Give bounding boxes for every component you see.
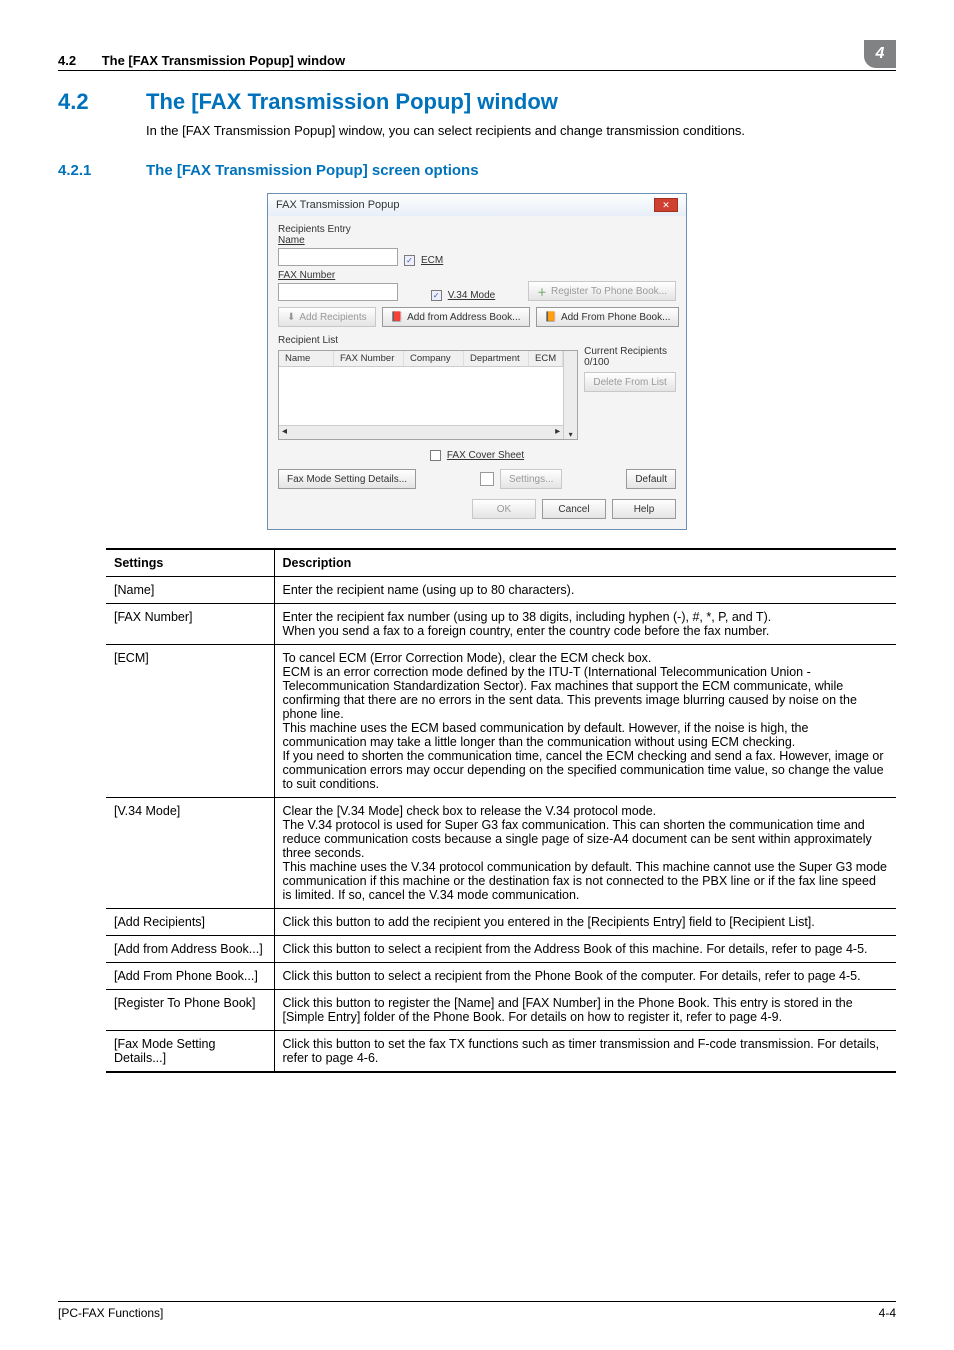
setting-name: [FAX Number] <box>106 604 274 645</box>
dialog-title: FAX Transmission Popup <box>276 199 400 211</box>
scroll-right-icon[interactable]: ▸ <box>552 426 563 439</box>
setting-description: To cancel ECM (Error Correction Mode), c… <box>274 645 896 798</box>
ok-button[interactable]: OK <box>472 499 536 519</box>
add-recipients-button[interactable]: ⬇ Add Recipients <box>278 307 376 327</box>
cover-sheet-preview-icon <box>480 472 494 486</box>
setting-description: Click this button to add the recipient y… <box>274 909 896 936</box>
table-row: [Register To Phone Book]Click this butto… <box>106 990 896 1031</box>
heading-3: 4.2.1 The [FAX Transmission Popup] scree… <box>58 162 896 179</box>
table-head-description: Description <box>274 549 896 577</box>
v34-checkbox[interactable]: ✓ <box>431 290 442 301</box>
setting-name: [Register To Phone Book] <box>106 990 274 1031</box>
recipient-list-header: Name FAX Number Company Department ECM <box>279 351 563 367</box>
cover-sheet-settings-button[interactable]: Settings... <box>500 469 562 489</box>
vertical-scrollbar[interactable]: ▾ <box>563 351 577 439</box>
intro-paragraph: In the [FAX Transmission Popup] window, … <box>146 123 896 138</box>
h3-title: The [FAX Transmission Popup] screen opti… <box>146 162 479 179</box>
setting-description: Click this button to register the [Name]… <box>274 990 896 1031</box>
setting-name: [Name] <box>106 577 274 604</box>
address-book-icon: 📕 <box>391 312 403 323</box>
fax-number-input[interactable] <box>278 283 398 301</box>
setting-name: [Fax Mode Setting Details...] <box>106 1031 274 1073</box>
running-header: 4.2 The [FAX Transmission Popup] window … <box>58 40 896 71</box>
fax-cover-sheet-label: FAX Cover Sheet <box>447 450 524 461</box>
setting-description: Click this button to select a recipient … <box>274 936 896 963</box>
table-row: [ECM]To cancel ECM (Error Correction Mod… <box>106 645 896 798</box>
footer-left: [PC-FAX Functions] <box>58 1306 163 1320</box>
page-footer: [PC-FAX Functions] 4-4 <box>58 1301 896 1320</box>
add-from-phone-book-button[interactable]: 📙 Add From Phone Book... <box>536 307 680 327</box>
table-row: [Add Recipients]Click this button to add… <box>106 909 896 936</box>
h2-number: 4.2 <box>58 89 146 115</box>
v34-label: V.34 Mode <box>448 290 495 301</box>
setting-name: [Add from Address Book...] <box>106 936 274 963</box>
name-input[interactable] <box>278 248 398 266</box>
footer-right: 4-4 <box>879 1306 896 1320</box>
setting-name: [Add From Phone Book...] <box>106 963 274 990</box>
setting-name: [V.34 Mode] <box>106 798 274 909</box>
setting-name: [Add Recipients] <box>106 909 274 936</box>
add-from-address-book-button[interactable]: 📕 Add from Address Book... <box>382 307 530 327</box>
fax-mode-setting-details-button[interactable]: Fax Mode Setting Details... <box>278 469 416 489</box>
setting-description: Clear the [V.34 Mode] check box to relea… <box>274 798 896 909</box>
scroll-left-icon[interactable]: ◂ <box>279 426 290 439</box>
table-row: [Name]Enter the recipient name (using up… <box>106 577 896 604</box>
fax-cover-sheet-checkbox[interactable] <box>430 450 441 461</box>
setting-description: Click this button to set the fax TX func… <box>274 1031 896 1073</box>
phone-book-icon: 📙 <box>545 312 557 323</box>
table-row: [Add From Phone Book...]Click this butto… <box>106 963 896 990</box>
h3-number: 4.2.1 <box>58 162 146 179</box>
default-button[interactable]: Default <box>626 469 676 489</box>
table-head-settings: Settings <box>106 549 274 577</box>
setting-name: [ECM] <box>106 645 274 798</box>
heading-2: 4.2 The [FAX Transmission Popup] window <box>58 89 896 115</box>
recipient-list-label: Recipient List <box>278 335 676 346</box>
recipient-list[interactable]: Name FAX Number Company Department ECM ◂… <box>278 350 578 440</box>
delete-from-list-button[interactable]: Delete From List <box>584 372 676 392</box>
down-arrow-icon: ⬇ <box>287 312 295 323</box>
table-row: [Fax Mode Setting Details...]Click this … <box>106 1031 896 1073</box>
register-phone-book-button[interactable]: ＋ Register To Phone Book... <box>528 281 676 301</box>
setting-description: Enter the recipient fax number (using up… <box>274 604 896 645</box>
setting-description: Enter the recipient name (using up to 80… <box>274 577 896 604</box>
table-row: [FAX Number]Enter the recipient fax numb… <box>106 604 896 645</box>
name-label: Name <box>278 235 398 246</box>
chapter-badge: 4 <box>864 40 896 68</box>
ecm-label: ECM <box>421 255 443 266</box>
close-icon[interactable]: ✕ <box>654 198 678 212</box>
header-section-title: The [FAX Transmission Popup] window <box>102 53 345 68</box>
recipients-entry-label: Recipients Entry <box>278 224 676 235</box>
cancel-button[interactable]: Cancel <box>542 499 606 519</box>
setting-description: Click this button to select a recipient … <box>274 963 896 990</box>
table-row: [Add from Address Book...]Click this but… <box>106 936 896 963</box>
h2-title: The [FAX Transmission Popup] window <box>146 89 558 115</box>
header-section-no: 4.2 <box>58 53 76 68</box>
settings-table: Settings Description [Name]Enter the rec… <box>106 548 896 1073</box>
fax-transmission-popup-dialog: FAX Transmission Popup ✕ Recipients Entr… <box>267 193 687 530</box>
help-button[interactable]: Help <box>612 499 676 519</box>
table-row: [V.34 Mode]Clear the [V.34 Mode] check b… <box>106 798 896 909</box>
fax-number-label: FAX Number <box>278 270 398 281</box>
current-recipients-label: Current Recipients 0/100 <box>584 346 676 368</box>
ecm-checkbox[interactable]: ✓ <box>404 255 415 266</box>
plus-icon: ＋ <box>537 284 547 299</box>
